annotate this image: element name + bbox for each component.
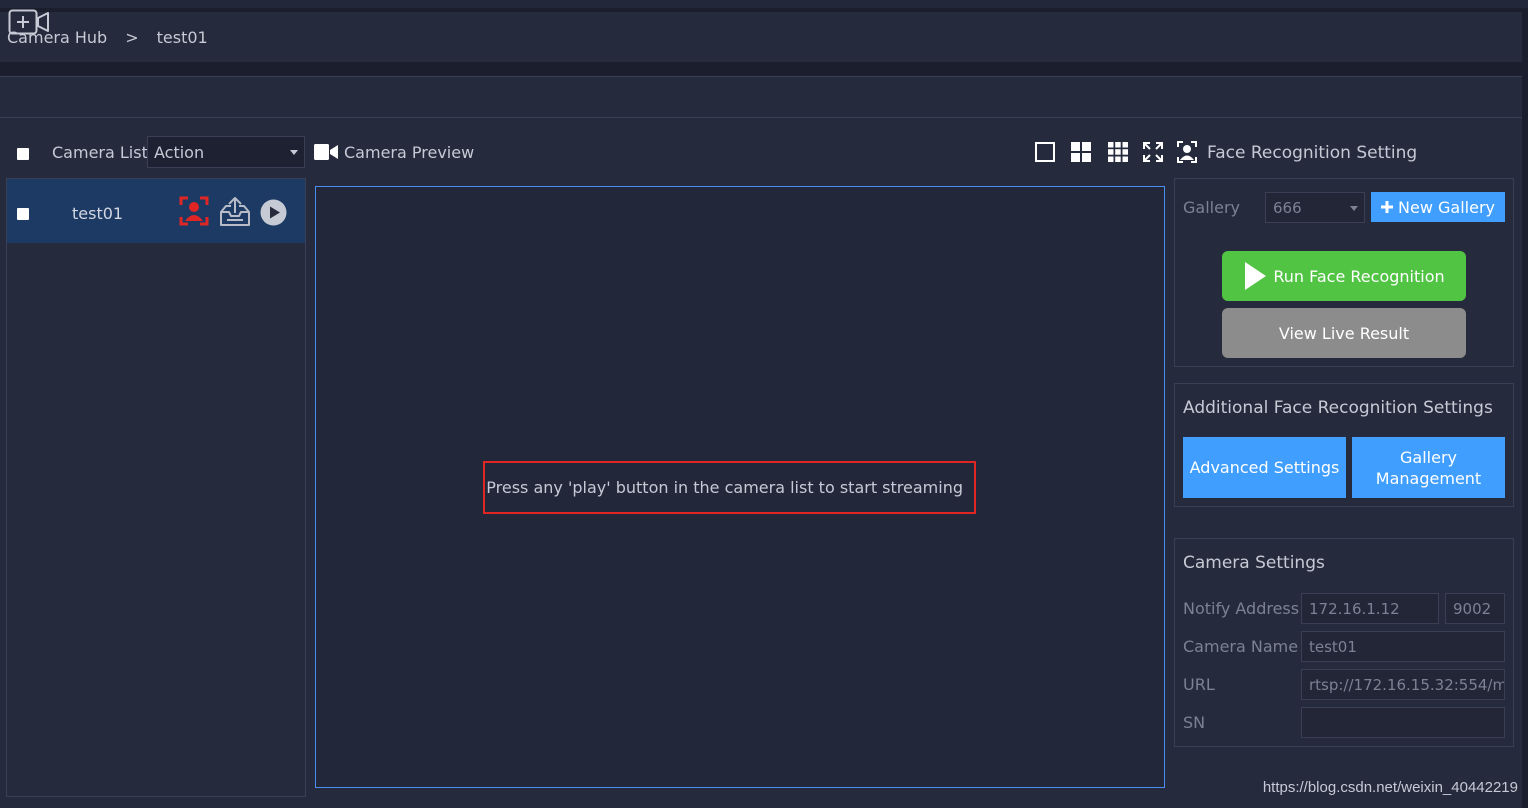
url-value: rtsp://172.16.15.32:554/m (1309, 675, 1505, 694)
new-gallery-button[interactable]: New Gallery (1371, 192, 1505, 222)
streaming-hint-text: Press any 'play' button in the camera li… (486, 478, 963, 497)
view-live-result-button[interactable]: View Live Result (1222, 308, 1466, 358)
notify-address-input[interactable]: 172.16.1.12 (1301, 593, 1439, 624)
chevron-down-icon (290, 150, 298, 155)
sn-label: SN (1183, 713, 1206, 732)
view-live-result-label: View Live Result (1278, 323, 1410, 343)
url-input[interactable]: rtsp://172.16.15.32:554/m (1301, 669, 1505, 700)
add-camera-icon[interactable] (8, 9, 50, 35)
nine-view-icon[interactable] (1108, 142, 1128, 162)
camera-name-value: test01 (1309, 637, 1357, 656)
single-view-icon[interactable] (1035, 142, 1055, 162)
notify-address-label: Notify Address (1183, 599, 1300, 618)
streaming-hint: Press any 'play' button in the camera li… (483, 461, 976, 514)
chevron-down-icon (1350, 206, 1358, 211)
gallery-select[interactable]: 666 (1265, 192, 1365, 223)
additional-settings-title: Additional Face Recognition Settings (1183, 398, 1493, 418)
upload-inbox-icon[interactable] (219, 196, 251, 227)
run-face-recognition-button[interactable]: Run Face Recognition (1222, 251, 1466, 301)
select-all-checkbox[interactable] (17, 148, 29, 160)
camera-row-checkbox[interactable] (17, 208, 29, 220)
sn-input[interactable] (1301, 707, 1505, 738)
breadcrumb: Camera Hub > test01 (0, 12, 1522, 62)
face-recognition-title: Face Recognition Setting (1207, 143, 1418, 163)
breadcrumb-current: test01 (156, 27, 208, 47)
advanced-settings-label: Advanced Settings (1189, 458, 1340, 477)
camera-settings-title: Camera Settings (1183, 553, 1325, 573)
gallery-management-label: Gallery Management (1375, 447, 1482, 488)
url-label: URL (1183, 675, 1215, 694)
camera-list-title: Camera List (52, 143, 148, 162)
play-icon[interactable] (260, 199, 287, 226)
new-gallery-label: New Gallery (1398, 197, 1495, 217)
gallery-label: Gallery (1183, 198, 1240, 217)
watermark: https://blog.csdn.net/weixin_40442219 (1262, 779, 1518, 796)
camera-preview-title: Camera Preview (344, 143, 475, 162)
camera-row-name: test01 (72, 204, 124, 223)
play-icon (1245, 262, 1267, 290)
breadcrumb-separator: > (125, 27, 139, 47)
action-select[interactable]: Action (147, 136, 305, 168)
video-camera-icon (314, 144, 338, 160)
camera-name-label: Camera Name (1183, 637, 1299, 656)
plus-icon (1381, 201, 1394, 213)
gallery-select-value: 666 (1273, 198, 1302, 217)
quad-view-icon[interactable] (1071, 142, 1091, 162)
notify-port-value: 9002 (1453, 599, 1492, 618)
camera-name-input[interactable]: test01 (1301, 631, 1505, 662)
notify-address-value: 172.16.1.12 (1309, 599, 1400, 618)
advanced-settings-button[interactable]: Advanced Settings (1183, 437, 1346, 498)
run-face-recognition-label: Run Face Recognition (1273, 266, 1445, 286)
notify-port-input[interactable]: 9002 (1445, 593, 1505, 624)
face-detect-icon[interactable] (179, 196, 209, 226)
toolbar (0, 76, 1522, 118)
gallery-management-button[interactable]: Gallery Management (1352, 437, 1505, 498)
camera-list-panel (6, 178, 306, 797)
face-recognition-icon (1177, 141, 1197, 163)
top-strip (0, 0, 1528, 8)
action-select-value: Action (154, 142, 205, 162)
fullscreen-icon[interactable] (1143, 142, 1163, 162)
